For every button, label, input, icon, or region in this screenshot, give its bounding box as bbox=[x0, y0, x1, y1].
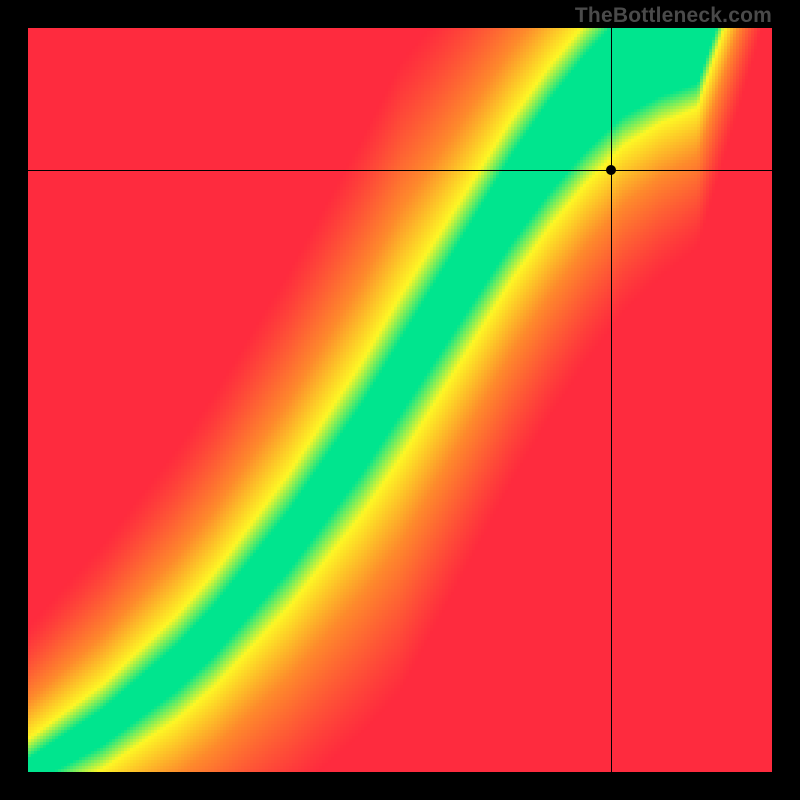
crosshair-vertical bbox=[611, 28, 612, 772]
heatmap-plot bbox=[28, 28, 772, 772]
heatmap-canvas bbox=[28, 28, 772, 772]
watermark-label: TheBottleneck.com bbox=[575, 4, 772, 28]
chart-frame: TheBottleneck.com bbox=[0, 0, 800, 800]
crosshair-horizontal bbox=[28, 170, 772, 171]
crosshair-point-icon bbox=[606, 165, 616, 175]
